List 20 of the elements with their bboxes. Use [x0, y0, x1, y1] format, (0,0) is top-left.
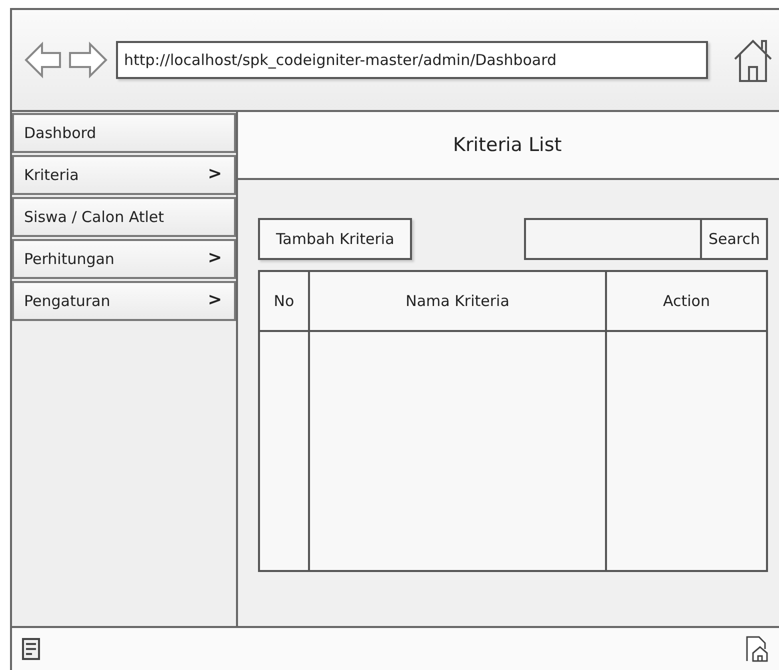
sidebar-item[interactable]: Kriteria > — [12, 155, 236, 195]
chevron-icon: > — [208, 288, 222, 314]
search-button[interactable]: Search — [702, 218, 768, 260]
home-icon[interactable] — [732, 37, 774, 83]
column-header: Action — [607, 272, 766, 332]
home-page-icon[interactable] — [745, 635, 769, 663]
sidebar-item[interactable]: Dashbord — [12, 113, 236, 153]
address-field[interactable]: http://localhost/spk_codeigniter-master/admin/Dashboard — [116, 41, 708, 79]
column-header: No — [260, 272, 310, 332]
chevron-icon: > — [208, 246, 222, 272]
search-field[interactable] — [524, 218, 702, 260]
page-title: Kriteria List — [453, 132, 562, 158]
sidebar-item[interactable]: Siswa / Calon Atlet — [12, 197, 236, 237]
document-icon[interactable] — [22, 638, 40, 660]
back-forward-icon[interactable] — [24, 40, 108, 80]
sidebar-item[interactable]: Perhitungan > — [12, 239, 236, 279]
sidebar-item[interactable]: Pengaturan > — [12, 281, 236, 321]
chevron-icon: > — [208, 162, 222, 188]
add-button[interactable]: Tambah Kriteria — [258, 218, 412, 260]
column-header: Nama Kriteria — [310, 272, 607, 332]
